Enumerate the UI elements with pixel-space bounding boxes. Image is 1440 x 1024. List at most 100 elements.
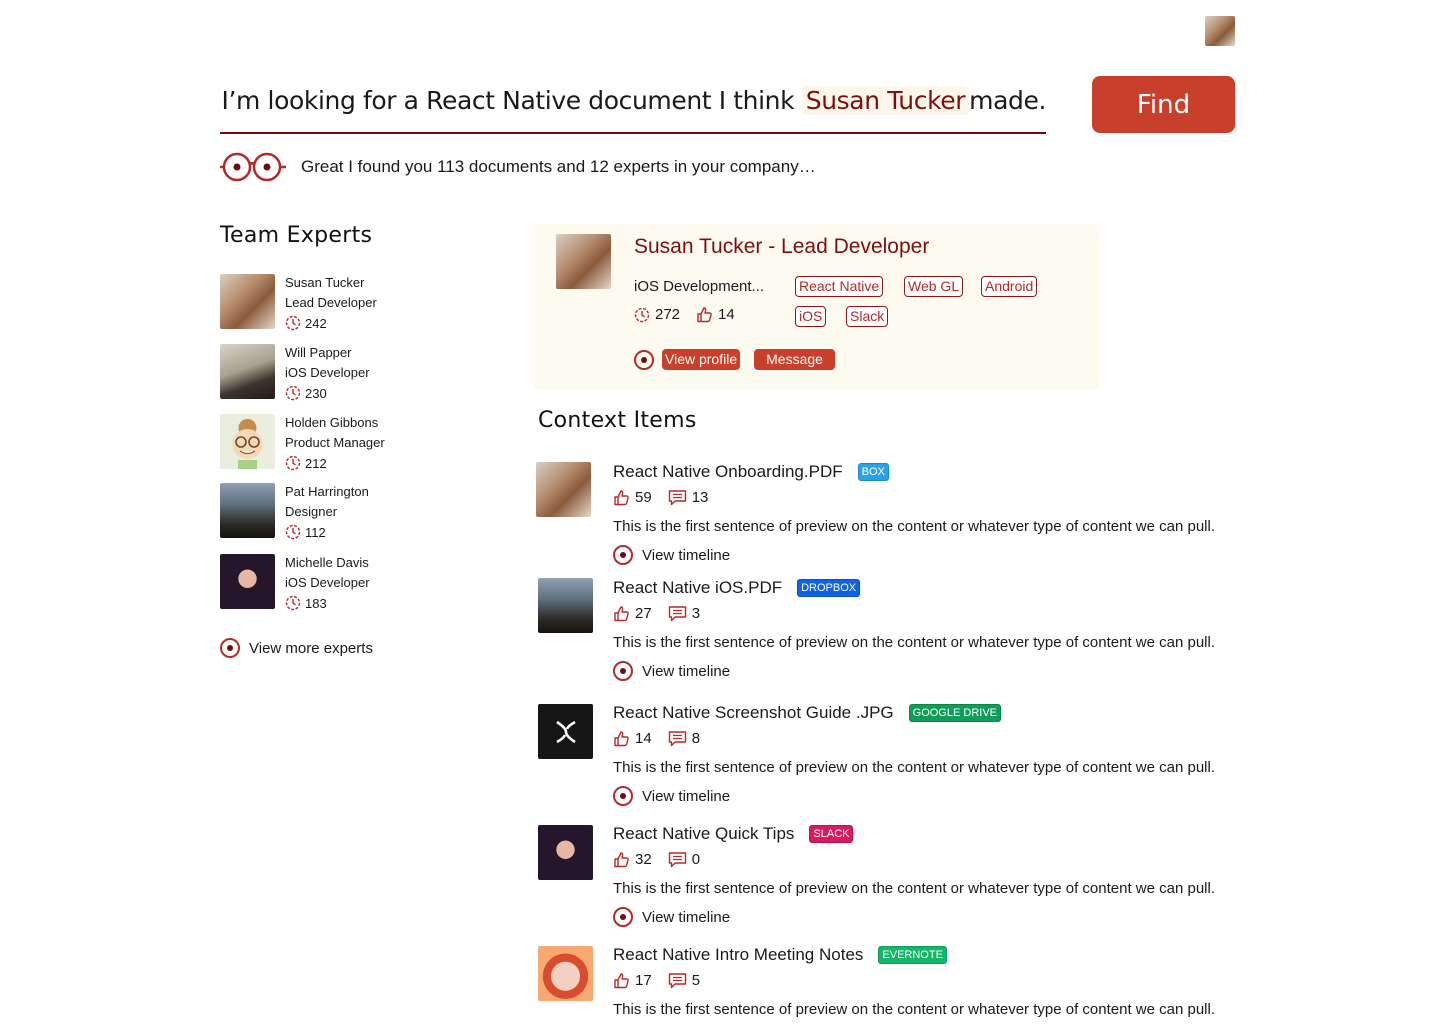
query-suffix: made.: [969, 86, 1046, 115]
comments-count: 8: [691, 730, 701, 747]
comments-count: 13: [691, 489, 709, 506]
context-item-preview: This is the first sentence of preview on…: [613, 634, 1215, 651]
expert-role: Designer: [285, 504, 338, 519]
find-button[interactable]: Find: [1092, 76, 1235, 133]
profile-tag[interactable]: iOS: [795, 306, 827, 327]
comment-icon: [668, 852, 686, 868]
target-ring-icon: [634, 349, 654, 370]
context-item-stats: 59 13: [613, 489, 708, 506]
profile-tag[interactable]: Slack: [846, 306, 889, 327]
source-badge: BOX: [857, 463, 889, 481]
avatar: [536, 462, 591, 517]
avatar: [538, 825, 593, 880]
context-item-preview: This is the first sentence of preview on…: [613, 880, 1215, 897]
search-query-bar[interactable]: I’m looking for a React Native document …: [220, 82, 1046, 134]
user-avatar[interactable]: [1205, 16, 1235, 46]
context-items-heading: Context Items: [538, 408, 697, 433]
context-item[interactable]: React Native Intro Meeting Notes EVERNOT…: [538, 945, 1238, 1024]
expert-count: 112: [305, 524, 326, 540]
comments-count: 5: [691, 972, 701, 989]
view-timeline-label: View timeline: [642, 787, 731, 805]
context-item[interactable]: React Native iOS.PDF DROPBOX 27 3 This i…: [538, 578, 1238, 696]
context-item-preview: This is the first sentence of preview on…: [613, 518, 1215, 535]
profile-tag[interactable]: React Native: [795, 276, 884, 297]
avatar: [220, 344, 275, 399]
expert-item[interactable]: Michelle Davis iOS Developer 183: [220, 554, 480, 611]
expert-count: 242: [305, 315, 327, 331]
comment-icon: [668, 731, 686, 747]
likes-count: 27: [635, 605, 652, 622]
likes-count: 59: [635, 489, 652, 506]
query-prefix: I’m looking for a React Native document …: [221, 86, 795, 115]
likes-count: 14: [635, 730, 652, 747]
context-item-title[interactable]: React Native Quick Tips: [613, 824, 794, 844]
expert-name: Will Papper: [285, 345, 352, 360]
target-ring-icon: [220, 638, 240, 658]
thumbs-up-icon: [614, 606, 629, 622]
context-item-preview: This is the first sentence of preview on…: [613, 1001, 1215, 1018]
expert-name: Pat Harrington: [285, 484, 369, 499]
expert-role: iOS Developer: [285, 575, 370, 590]
expert-item[interactable]: Pat Harrington Designer 112: [220, 483, 480, 540]
source-badge: GOOGLE DRIVE: [908, 704, 1001, 722]
profile-stats: 272 14: [634, 306, 735, 323]
expert-role: iOS Developer: [285, 365, 370, 380]
expert-count: 230: [305, 385, 327, 401]
context-item[interactable]: React Native Onboarding.PDF BOX 59 13 Th…: [536, 462, 1238, 580]
view-timeline-label: View timeline: [642, 546, 731, 564]
likes-count: 32: [635, 851, 652, 868]
expert-count: 212: [305, 455, 327, 471]
avatar: [220, 414, 275, 469]
clock-icon: [285, 595, 301, 611]
context-item-title[interactable]: React Native Screenshot Guide .JPG: [613, 703, 894, 723]
view-more-experts-link[interactable]: View more experts: [220, 638, 373, 658]
context-item-title[interactable]: React Native Onboarding.PDF: [613, 462, 843, 482]
clock-icon: [285, 524, 301, 540]
view-timeline-link[interactable]: View timeline: [613, 661, 730, 681]
thumbs-up-icon: [614, 852, 629, 868]
expert-item[interactable]: Susan Tucker Lead Developer 242: [220, 274, 480, 331]
clock-icon: [285, 385, 301, 401]
clock-icon: [285, 455, 301, 471]
query-person-highlight[interactable]: Susan Tucker: [801, 86, 970, 115]
context-item[interactable]: React Native Screenshot Guide .JPG GOOGL…: [538, 703, 1238, 821]
context-item[interactable]: React Native Quick Tips SLACK 32 0 This …: [538, 824, 1238, 942]
expert-role: Lead Developer: [285, 295, 377, 310]
team-experts-heading: Team Experts: [220, 223, 373, 248]
source-badge: EVERNOTE: [878, 946, 947, 964]
target-ring-icon: [613, 545, 633, 565]
expert-role: Product Manager: [285, 435, 385, 450]
view-more-experts-label: View more experts: [249, 639, 373, 657]
comment-icon: [668, 490, 686, 506]
search-query[interactable]: I’m looking for a React Native document …: [222, 86, 1046, 115]
thumbs-up-icon: [614, 973, 629, 989]
context-item-stats: 27 3: [613, 605, 700, 622]
view-profile-button[interactable]: View profile: [662, 349, 741, 370]
message-button[interactable]: Message: [754, 349, 835, 370]
context-item-stats: 17 5: [613, 972, 700, 989]
view-timeline-link[interactable]: View timeline: [613, 907, 730, 927]
clock-icon: [285, 315, 301, 331]
expert-item[interactable]: Holden Gibbons Product Manager 212: [220, 414, 480, 471]
profile-subtitle: iOS Development...: [634, 278, 765, 295]
thumbs-up-icon: [697, 307, 712, 323]
context-item-stats: 32 0: [613, 851, 700, 868]
avatar: [220, 274, 275, 329]
expert-item[interactable]: Will Papper iOS Developer 230: [220, 344, 480, 401]
comment-icon: [668, 606, 686, 622]
profile-tag[interactable]: Android: [981, 276, 1038, 297]
target-ring-icon: [613, 907, 633, 927]
view-timeline-link[interactable]: View timeline: [613, 786, 730, 806]
expert-count: 183: [305, 595, 327, 611]
avatar: [220, 554, 275, 609]
context-item-title[interactable]: React Native iOS.PDF: [613, 578, 782, 598]
expert-name: Michelle Davis: [285, 555, 369, 570]
context-item-title[interactable]: React Native Intro Meeting Notes: [613, 945, 863, 965]
view-timeline-link[interactable]: View timeline: [613, 545, 730, 565]
avatar: [538, 578, 593, 633]
profile-tag[interactable]: Web GL: [904, 276, 964, 297]
view-timeline-label: View timeline: [642, 662, 731, 680]
expert-name: Susan Tucker: [285, 275, 365, 290]
expert-name: Holden Gibbons: [285, 415, 379, 430]
context-item-stats: 14 8: [613, 730, 700, 747]
